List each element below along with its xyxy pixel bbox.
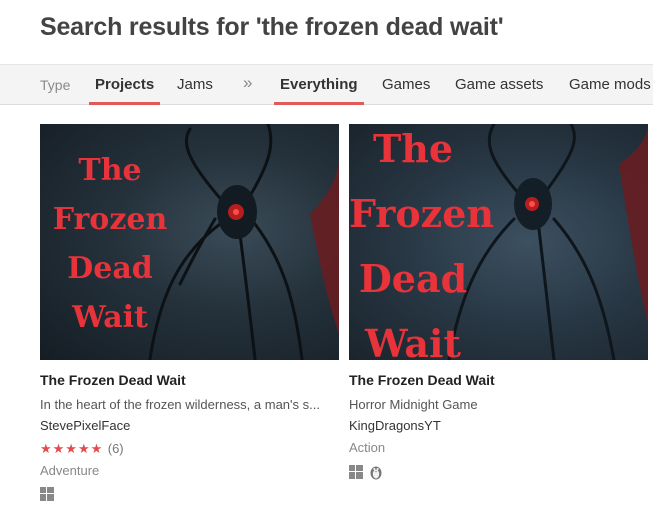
game-thumbnail[interactable]: The Frozen Dead Wait <box>40 124 339 360</box>
star-rating-icon: ★★★★★ <box>40 441 104 456</box>
game-thumbnail[interactable]: The Frozen Dead Wait <box>349 124 648 360</box>
tab-game-assets[interactable]: Game assets <box>455 76 543 93</box>
game-card[interactable]: The Frozen Dead Wait The Frozen Dead Wai… <box>40 124 339 501</box>
game-title-link[interactable]: The Frozen Dead Wait <box>40 372 339 388</box>
author-link[interactable]: KingDragonsYT <box>349 418 648 433</box>
rating: ★★★★★ (6) <box>40 440 339 458</box>
game-title-link[interactable]: The Frozen Dead Wait <box>349 372 648 388</box>
game-description: Horror Midnight Game <box>349 397 478 412</box>
linux-icon <box>370 466 382 480</box>
type-label: Type <box>40 77 71 93</box>
tab-game-mods[interactable]: Game mods <box>569 76 651 93</box>
author-link[interactable]: StevePixelFace <box>40 418 339 433</box>
windows-icon <box>349 465 363 479</box>
tab-projects[interactable]: Projects <box>88 76 161 105</box>
windows-icon <box>40 487 54 501</box>
tab-jams[interactable]: Jams <box>177 76 213 93</box>
page-title: Search results for 'the frozen dead wait… <box>40 13 504 41</box>
filter-bar: Type Projects Jams » Everything Games Ga… <box>0 64 653 105</box>
cover-title-text: The Frozen Dead Wait <box>349 126 495 360</box>
cover-title-text: The Frozen Dead Wait <box>52 153 168 335</box>
filter-separator: » <box>243 73 253 92</box>
tab-everything[interactable]: Everything <box>274 76 364 105</box>
game-genre: Adventure <box>40 463 100 478</box>
game-description: In the heart of the frozen wilderness, a… <box>40 397 320 412</box>
game-card[interactable]: The Frozen Dead Wait The Frozen Dead Wai… <box>349 124 648 480</box>
tab-games[interactable]: Games <box>382 76 430 93</box>
rating-count: (6) <box>107 441 124 456</box>
game-genre: Action <box>349 440 386 455</box>
